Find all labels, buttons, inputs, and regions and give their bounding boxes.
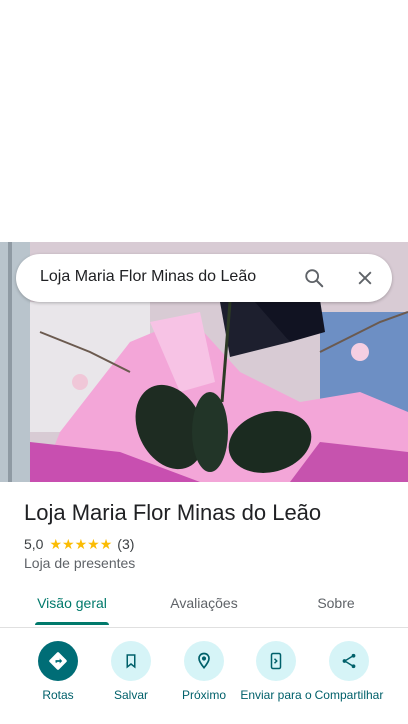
star-icon: ★ [49, 536, 63, 552]
place-category: Loja de presentes [24, 555, 136, 571]
review-count[interactable]: (3) [117, 536, 134, 552]
star-icon: ★ [74, 536, 88, 552]
action-bar: Rotas Salvar Próximo Enviar para o Compa… [0, 640, 408, 724]
share-button[interactable]: Compartilhar [313, 640, 385, 702]
tab-about[interactable]: Sobre [296, 583, 376, 627]
directions-button[interactable]: Rotas [22, 640, 94, 702]
nearby-icon [184, 641, 224, 681]
nearby-button[interactable]: Próximo [168, 640, 240, 702]
star-rating: ★ ★ ★ ★ ★ [49, 537, 112, 551]
search-icon[interactable] [302, 266, 326, 290]
send-to-phone-icon [256, 641, 296, 681]
tab-reviews[interactable]: Avaliações [156, 583, 252, 627]
directions-icon [38, 641, 78, 681]
share-label: Compartilhar [314, 688, 384, 702]
nearby-label: Próximo [181, 688, 226, 702]
save-label: Salvar [113, 688, 148, 702]
send-to-phone-button[interactable]: Enviar para o [240, 640, 312, 702]
close-icon[interactable] [353, 266, 377, 290]
rating-value: 5,0 [24, 536, 44, 552]
save-button[interactable]: Salvar [95, 640, 167, 702]
share-icon [329, 641, 369, 681]
place-title: Loja Maria Flor Minas do Leão [24, 500, 322, 525]
star-icon: ★ [87, 536, 100, 552]
rating-row[interactable]: 5,0 ★ ★ ★ ★ ★ (3) [24, 535, 134, 553]
tab-overview[interactable]: Visão geral [24, 583, 120, 627]
star-icon: ★ [62, 536, 75, 552]
active-tab-indicator [35, 622, 109, 625]
star-icon: ★ [99, 536, 113, 552]
directions-label: Rotas [42, 688, 74, 702]
send-to-phone-label: Enviar para o [240, 688, 312, 702]
bookmark-icon [111, 641, 151, 681]
search-bar[interactable]: Loja Maria Flor Minas do Leão [16, 254, 392, 302]
search-input[interactable]: Loja Maria Flor Minas do Leão [40, 268, 256, 286]
